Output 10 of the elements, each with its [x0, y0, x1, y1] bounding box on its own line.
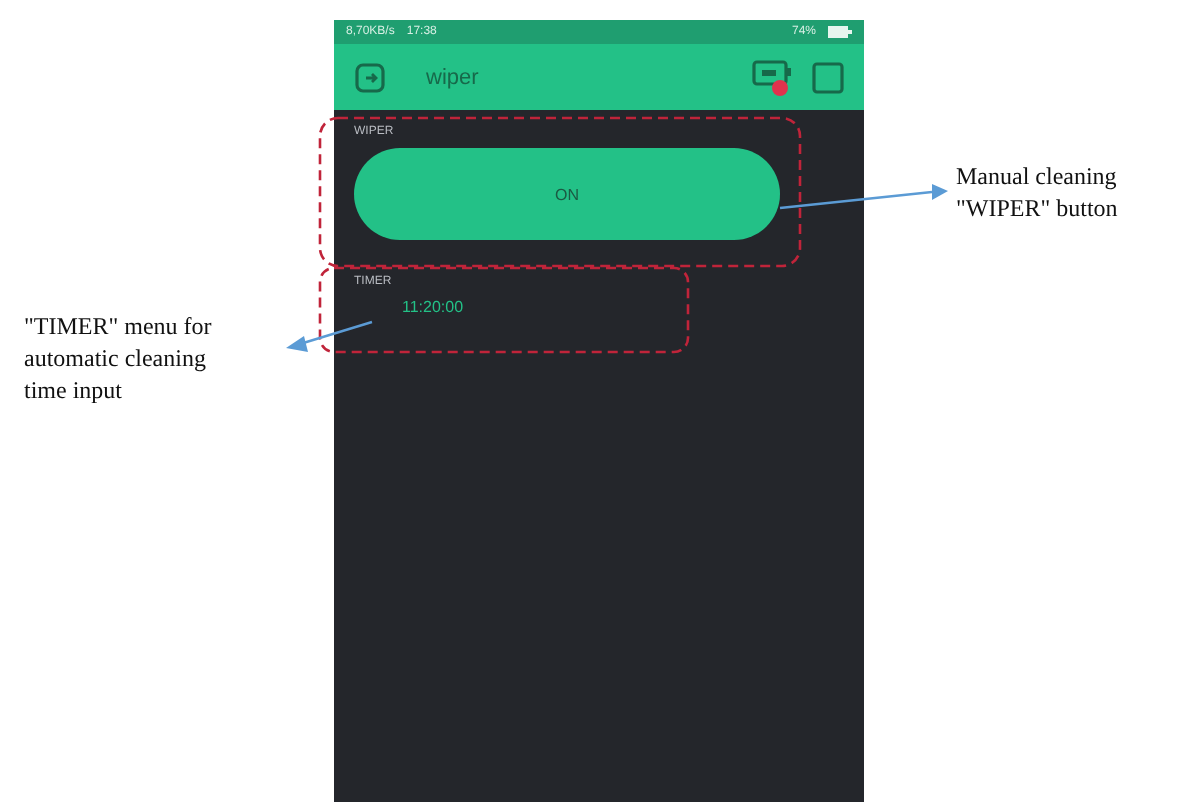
battery-icon: [828, 26, 852, 38]
toggle-button[interactable]: ON: [354, 148, 780, 240]
annotation-text: Manual cleaning "WIPER" button: [956, 160, 1120, 224]
app-title: wiper: [426, 65, 479, 89]
device-icon[interactable]: [752, 57, 796, 97]
leader-arrow: [286, 320, 373, 352]
timer-value[interactable]: 11:20:00: [354, 298, 844, 316]
square-icon[interactable]: [812, 61, 844, 93]
annotation-text: "TIMER" menu for automatic cleaning time input: [24, 310, 214, 406]
exit-icon[interactable]: [354, 61, 386, 93]
